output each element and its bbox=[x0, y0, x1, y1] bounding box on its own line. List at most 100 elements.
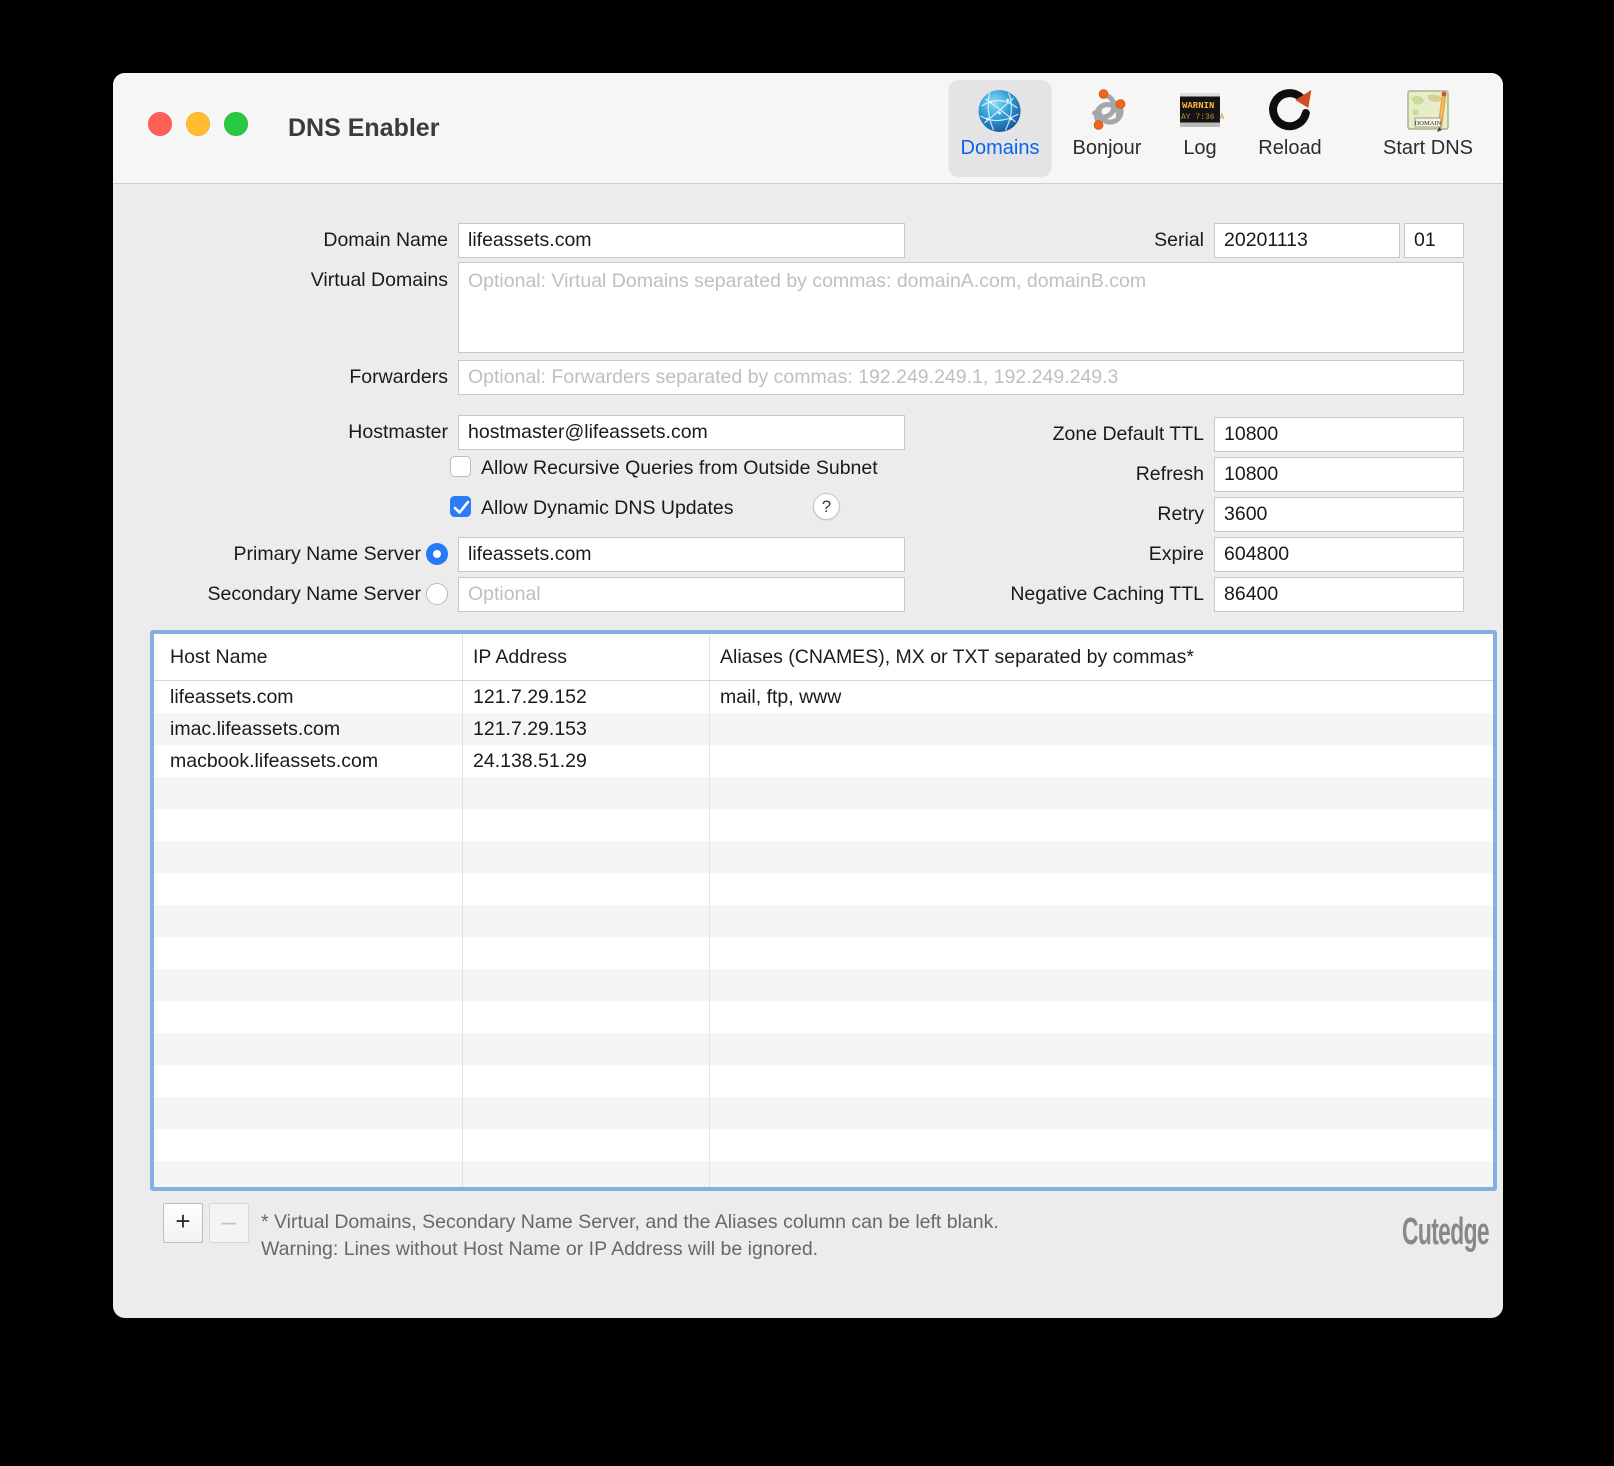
retry-input[interactable] bbox=[1214, 497, 1464, 532]
hostmaster-label: Hostmaster bbox=[213, 421, 448, 444]
negative-ttl-input[interactable] bbox=[1214, 577, 1464, 612]
table-cell bbox=[462, 1097, 709, 1129]
table-row[interactable] bbox=[154, 873, 1493, 905]
primary-ns-radio[interactable] bbox=[426, 543, 448, 565]
table-cell bbox=[462, 841, 709, 873]
reload-icon bbox=[1266, 86, 1314, 134]
table-row[interactable] bbox=[154, 841, 1493, 873]
table-cell: macbook.lifeassets.com bbox=[154, 745, 462, 777]
checkmark-icon bbox=[453, 500, 470, 515]
toolbar-label-log: Log bbox=[1176, 137, 1224, 160]
svg-text:AY 7:36 A: AY 7:36 A bbox=[1181, 113, 1224, 122]
table-cell bbox=[709, 905, 1493, 937]
minimize-window-button[interactable] bbox=[186, 112, 210, 136]
refresh-label: Refresh bbox=[963, 463, 1204, 486]
secondary-ns-input[interactable] bbox=[458, 577, 905, 612]
expire-input[interactable] bbox=[1214, 537, 1464, 572]
virtual-domains-textarea[interactable] bbox=[458, 262, 1464, 353]
toolbar-item-reload[interactable]: Reload bbox=[1246, 80, 1333, 177]
window-title: DNS Enabler bbox=[288, 73, 439, 183]
toolbar-item-bonjour[interactable]: Bonjour bbox=[1061, 80, 1154, 177]
close-window-button[interactable] bbox=[148, 112, 172, 136]
footnote-line-1: * Virtual Domains, Secondary Name Server… bbox=[261, 1209, 999, 1236]
table-row[interactable] bbox=[154, 1001, 1493, 1033]
table-cell bbox=[154, 905, 462, 937]
add-row-button[interactable]: + bbox=[163, 1203, 203, 1243]
allow-recursive-checkbox[interactable] bbox=[450, 456, 471, 477]
table-cell bbox=[709, 713, 1493, 745]
table-cell bbox=[154, 841, 462, 873]
column-header-ip-address[interactable]: IP Address bbox=[462, 634, 709, 680]
table-cell bbox=[709, 1161, 1493, 1191]
allow-recursive-label: Allow Recursive Queries from Outside Sub… bbox=[481, 457, 878, 480]
table-row[interactable]: macbook.lifeassets.com24.138.51.29 bbox=[154, 745, 1493, 777]
table-cell bbox=[462, 1129, 709, 1161]
table-row[interactable] bbox=[154, 937, 1493, 969]
zoom-window-button[interactable] bbox=[224, 112, 248, 136]
table-cell bbox=[154, 777, 462, 809]
table-cell bbox=[709, 1129, 1493, 1161]
column-header-aliases[interactable]: Aliases (CNAMES), MX or TXT separated by… bbox=[709, 634, 1493, 680]
toolbar-label-bonjour: Bonjour bbox=[1073, 137, 1142, 160]
table-cell bbox=[154, 1033, 462, 1065]
table-cell bbox=[709, 937, 1493, 969]
serial-input[interactable] bbox=[1214, 223, 1400, 258]
table-cell bbox=[154, 1097, 462, 1129]
table-cell: mail, ftp, www bbox=[709, 681, 1493, 713]
table-cell bbox=[154, 1001, 462, 1033]
toolbar-item-domains[interactable]: Domains bbox=[949, 80, 1052, 177]
host-table[interactable]: Host Name IP Address Aliases (CNAMES), M… bbox=[150, 630, 1497, 1191]
expire-label: Expire bbox=[963, 543, 1204, 566]
table-row[interactable] bbox=[154, 1033, 1493, 1065]
toolbar-item-start-dns[interactable]: DOMAIN Start DNS bbox=[1371, 80, 1485, 177]
start-dns-map-icon: DOMAIN bbox=[1404, 86, 1452, 134]
table-cell: 121.7.29.152 bbox=[462, 681, 709, 713]
allow-dynamic-label: Allow Dynamic DNS Updates bbox=[481, 497, 734, 520]
table-row[interactable] bbox=[154, 1065, 1493, 1097]
table-cell bbox=[462, 937, 709, 969]
zone-default-ttl-label: Zone Default TTL bbox=[963, 423, 1204, 446]
table-row[interactable] bbox=[154, 1097, 1493, 1129]
table-row[interactable] bbox=[154, 1129, 1493, 1161]
footnote-line-2: Warning: Lines without Host Name or IP A… bbox=[261, 1236, 999, 1263]
table-row[interactable]: lifeassets.com121.7.29.152mail, ftp, www bbox=[154, 681, 1493, 713]
toolbar-item-log[interactable]: WARNIN AY 7:36 A Log bbox=[1164, 80, 1236, 177]
table-cell bbox=[709, 873, 1493, 905]
table-cell bbox=[462, 777, 709, 809]
zone-default-ttl-input[interactable] bbox=[1214, 417, 1464, 452]
table-row[interactable]: imac.lifeassets.com121.7.29.153 bbox=[154, 713, 1493, 745]
table-row[interactable] bbox=[154, 969, 1493, 1001]
domain-name-input[interactable] bbox=[458, 223, 905, 258]
table-row[interactable] bbox=[154, 905, 1493, 937]
table-row[interactable] bbox=[154, 809, 1493, 841]
remove-row-button[interactable]: – bbox=[209, 1203, 249, 1243]
toolbar-label-reload: Reload bbox=[1258, 137, 1321, 160]
serial-suffix-input[interactable] bbox=[1404, 223, 1464, 258]
table-cell bbox=[462, 969, 709, 1001]
table-row[interactable] bbox=[154, 1161, 1493, 1191]
table-row[interactable] bbox=[154, 777, 1493, 809]
allow-dynamic-checkbox[interactable] bbox=[450, 496, 471, 517]
table-cell bbox=[709, 809, 1493, 841]
title-bar: DNS Enabler Domains bbox=[113, 73, 1503, 184]
table-cell: 121.7.29.153 bbox=[462, 713, 709, 745]
cutedge-logo: Cutedge bbox=[1402, 1211, 1489, 1254]
secondary-ns-label: Secondary Name Server bbox=[163, 583, 421, 606]
hostmaster-input[interactable] bbox=[458, 415, 905, 450]
column-header-host-name[interactable]: Host Name bbox=[154, 634, 462, 680]
table-cell bbox=[154, 873, 462, 905]
primary-ns-input[interactable] bbox=[458, 537, 905, 572]
table-cell bbox=[154, 969, 462, 1001]
dns-enabler-window: DNS Enabler Domains bbox=[113, 73, 1503, 1318]
table-cell bbox=[462, 1161, 709, 1191]
domain-name-label: Domain Name bbox=[213, 229, 448, 252]
table-cell bbox=[462, 905, 709, 937]
help-button[interactable]: ? bbox=[813, 493, 840, 520]
secondary-ns-radio[interactable] bbox=[426, 583, 448, 605]
svg-text:DOMAIN: DOMAIN bbox=[1415, 120, 1442, 127]
refresh-input[interactable] bbox=[1214, 457, 1464, 492]
table-cell: imac.lifeassets.com bbox=[154, 713, 462, 745]
forwarders-input[interactable] bbox=[458, 360, 1464, 395]
table-cell bbox=[462, 1033, 709, 1065]
table-cell bbox=[709, 1065, 1493, 1097]
